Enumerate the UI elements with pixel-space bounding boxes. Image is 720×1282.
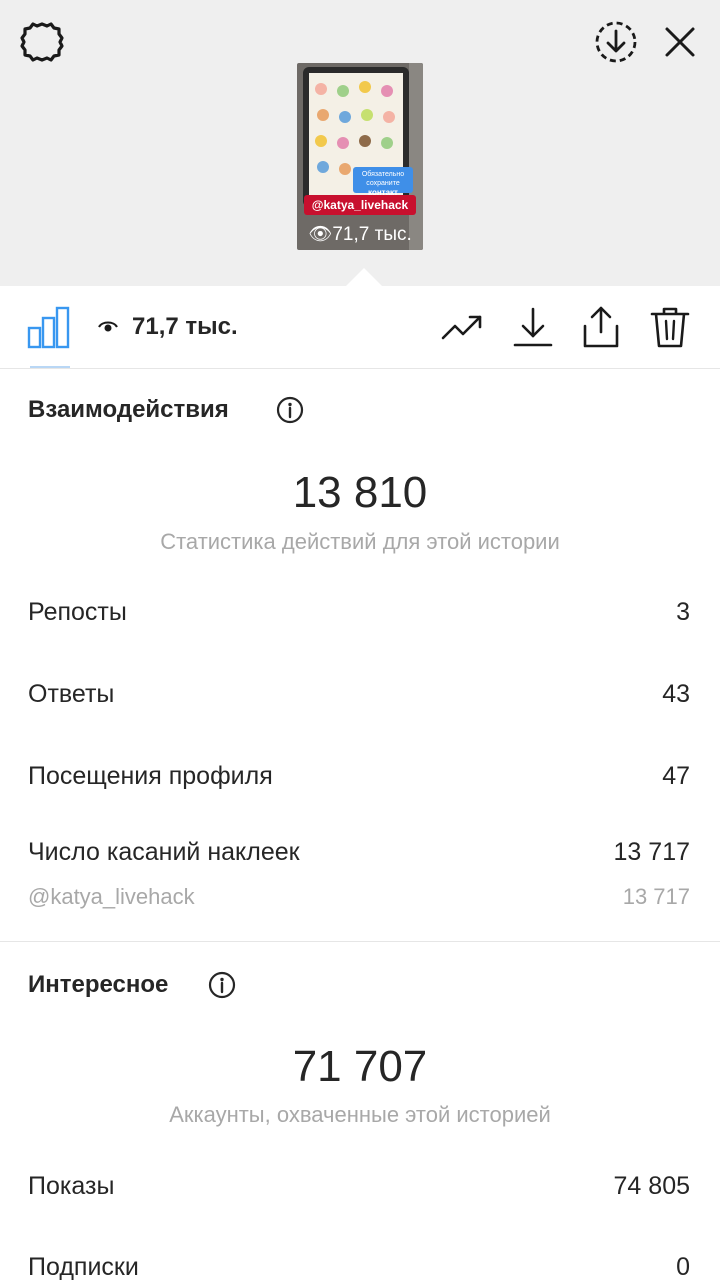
story-thumbnail[interactable]: Обязательно сохраните контакт @katya_liv… bbox=[297, 63, 423, 250]
stat-row-label-reposts: Репосты bbox=[28, 598, 127, 626]
views-count[interactable]: 71,7 тыс. bbox=[132, 312, 238, 342]
save-story-icon[interactable] bbox=[588, 14, 644, 70]
sticker-dot bbox=[337, 137, 349, 149]
stat-row-value-impressions: 74 805 bbox=[613, 1172, 690, 1200]
stat-row-label-replies: Ответы bbox=[28, 680, 115, 708]
contact-sticker: Обязательно сохраните контакт bbox=[353, 167, 413, 197]
sticker-dot bbox=[317, 109, 329, 121]
stat-row-label-sticker-taps: Число касаний наклеек bbox=[28, 838, 300, 866]
sticker-dot bbox=[381, 85, 393, 97]
section-divider bbox=[0, 941, 720, 942]
contact-sticker-text: Обязательно сохраните bbox=[361, 171, 405, 187]
sticker-dot bbox=[315, 135, 327, 147]
sticker-dot bbox=[383, 111, 395, 123]
thumbnail-views: 👁︎71,7 тыс. bbox=[297, 223, 423, 247]
close-icon[interactable] bbox=[652, 14, 708, 70]
discovery-total: 71 707 bbox=[292, 1042, 428, 1091]
thumbnail-views-count: 71,7 тыс. bbox=[332, 224, 412, 245]
eye-icon bbox=[98, 318, 118, 334]
sticker-mention-label: @katya_livehack bbox=[28, 884, 195, 909]
sticker-dot bbox=[359, 81, 371, 93]
thumbnail-background bbox=[409, 63, 423, 250]
promote-trend-icon[interactable] bbox=[440, 304, 486, 350]
insights-tab-indicator bbox=[30, 366, 70, 368]
interactions-caption: Статистика действий для этой истории bbox=[160, 529, 560, 554]
stat-row-value-replies: 43 bbox=[662, 680, 690, 708]
sticker-dot bbox=[381, 137, 393, 149]
eye-icon: 👁︎ bbox=[308, 224, 333, 245]
sticker-dot bbox=[361, 109, 373, 121]
stat-row-label-follows: Подписки bbox=[28, 1253, 139, 1281]
delete-trash-icon[interactable] bbox=[647, 304, 693, 350]
stat-row-value-sticker-taps: 13 717 bbox=[613, 838, 690, 866]
preview-pointer bbox=[346, 268, 382, 286]
stat-row-value-reposts: 3 bbox=[676, 598, 690, 626]
sticker-dot bbox=[339, 163, 351, 175]
sticker-dot bbox=[337, 85, 349, 97]
story-toolbar: 71,7 тыс. bbox=[0, 286, 720, 369]
stat-row-label-impressions: Показы bbox=[28, 1172, 115, 1200]
stat-row-value-follows: 0 bbox=[676, 1253, 690, 1281]
sticker-dot bbox=[339, 111, 351, 123]
share-icon[interactable] bbox=[578, 304, 624, 350]
interactions-total: 13 810 bbox=[292, 468, 428, 517]
info-icon[interactable] bbox=[208, 971, 236, 999]
info-icon[interactable] bbox=[276, 396, 304, 424]
interactions-title: Взаимодействия bbox=[28, 396, 229, 423]
sticker-mention-value: 13 717 bbox=[622, 884, 690, 909]
sticker-dot bbox=[359, 135, 371, 147]
gear-icon[interactable] bbox=[14, 16, 70, 72]
sticker-dot bbox=[315, 83, 327, 95]
download-icon[interactable] bbox=[510, 304, 556, 350]
insights-bar-chart-icon[interactable] bbox=[26, 304, 72, 350]
discovery-title: Интересное bbox=[28, 971, 169, 998]
mention-sticker: @katya_livehack bbox=[304, 195, 416, 215]
stat-row-label-profile-visits: Посещения профиля bbox=[28, 762, 273, 790]
sticker-dot bbox=[317, 161, 329, 173]
stat-row-value-profile-visits: 47 bbox=[662, 762, 690, 790]
discovery-caption: Аккаунты, охваченные этой историей bbox=[169, 1102, 551, 1127]
